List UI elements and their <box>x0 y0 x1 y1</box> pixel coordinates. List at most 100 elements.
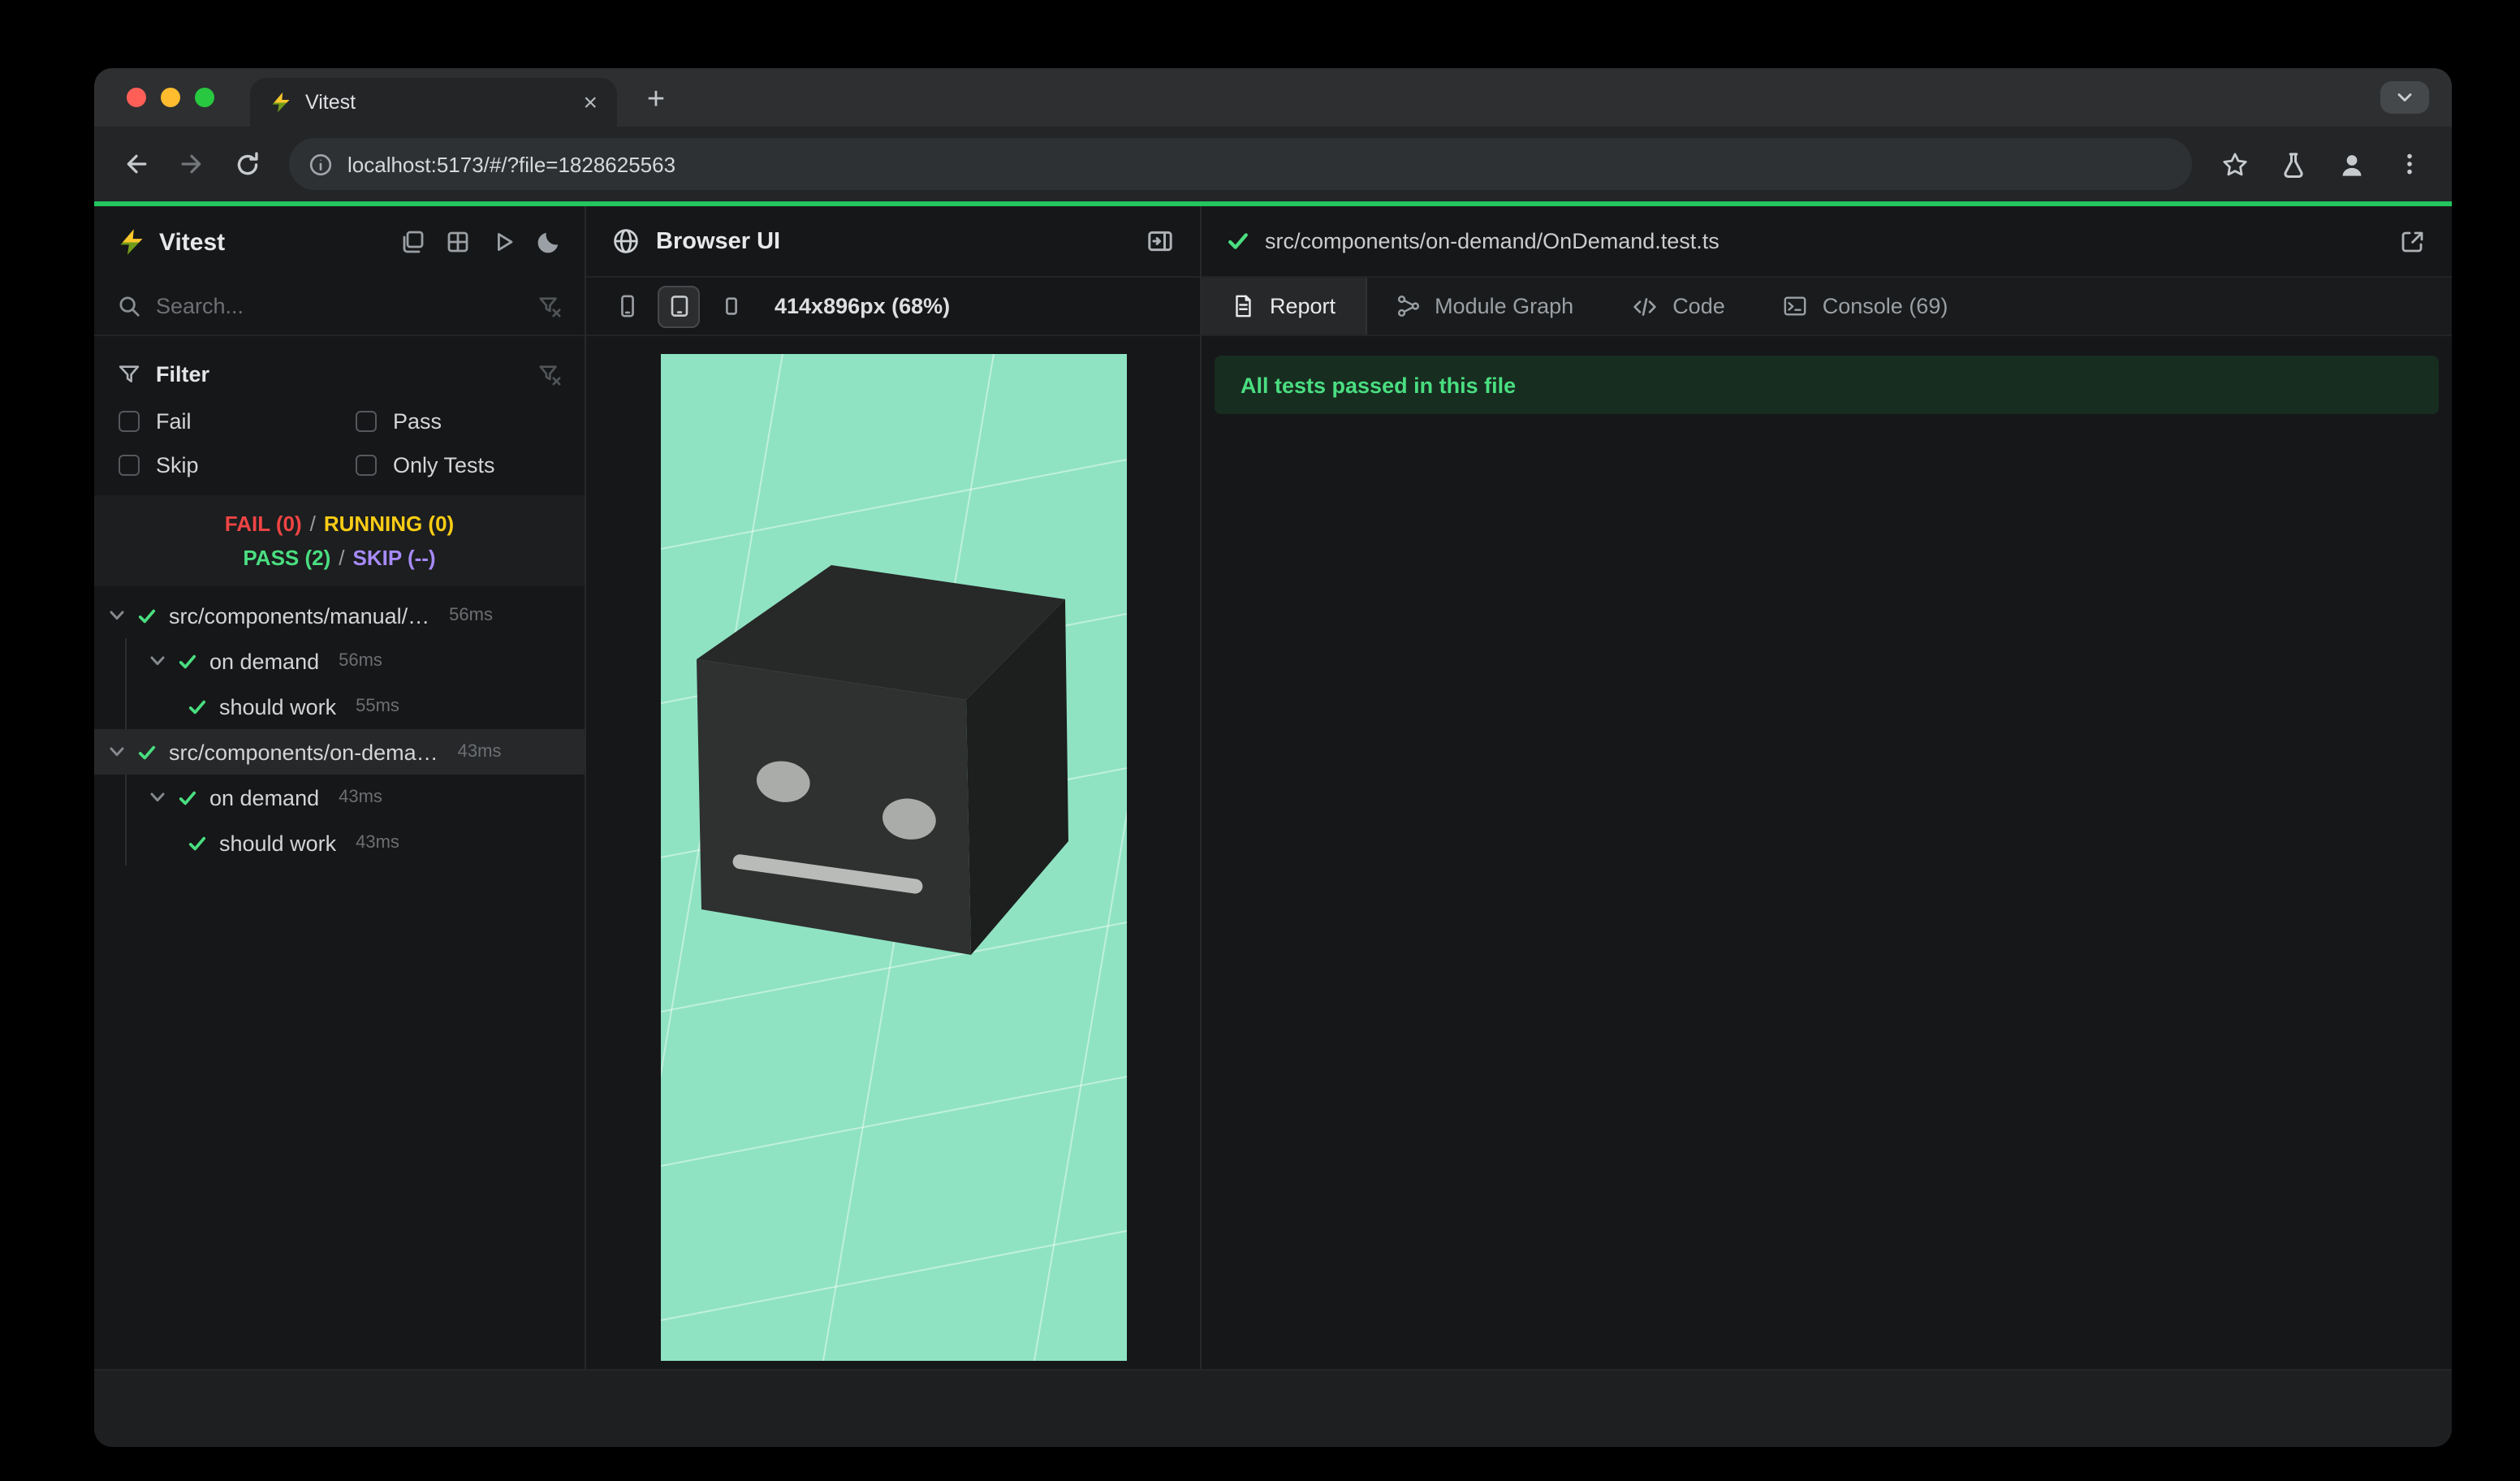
panel-title: Browser UI <box>656 228 781 254</box>
device-tablet-button[interactable] <box>658 285 700 327</box>
test-duration: 55ms <box>356 697 399 716</box>
filter-checkbox-fail[interactable]: Fail <box>119 409 356 434</box>
report-tab-bar: Report Module Graph Code Console (69) <box>1202 278 2452 336</box>
check-icon <box>188 697 206 715</box>
funnel-icon <box>119 365 140 382</box>
tree-row[interactable]: should work 43ms <box>94 820 585 866</box>
checkbox <box>119 455 140 476</box>
test-case-label: should work <box>219 694 337 719</box>
check-icon <box>138 607 156 624</box>
module-graph-icon <box>1397 295 1419 317</box>
check-icon <box>138 743 156 761</box>
browser-preview[interactable] <box>660 354 1126 1361</box>
back-button[interactable] <box>110 138 162 190</box>
tree-row[interactable]: src/components/manual/… 56ms <box>94 593 585 638</box>
report-header: src/components/on-demand/OnDemand.test.t… <box>1202 206 2452 278</box>
tab-code[interactable]: Code <box>1603 278 1754 335</box>
browser-ui-header: Browser UI <box>586 206 1200 278</box>
desktop: Vitest × + localhost:5173/#/?file=182862… <box>0 0 2520 1481</box>
vitest-logo-icon <box>120 229 143 255</box>
device-phone-button[interactable] <box>606 285 648 327</box>
flask-icon <box>2283 152 2302 177</box>
search-input[interactable] <box>156 294 523 318</box>
grid-icon <box>447 231 468 253</box>
fail-count: FAIL (0) <box>224 512 302 536</box>
tab-report[interactable]: Report <box>1202 278 1367 335</box>
new-tab-button[interactable]: + <box>633 78 679 123</box>
chevron-down-icon[interactable] <box>109 744 125 760</box>
checkbox-label: Only Tests <box>393 453 495 477</box>
running-count: RUNNING (0) <box>323 512 455 536</box>
chevron-down-icon[interactable] <box>109 607 125 624</box>
site-info-icon[interactable] <box>309 152 333 176</box>
filter-options: Fail Pass Skip Only Tests <box>117 409 562 477</box>
toolbar-actions <box>2208 138 2436 190</box>
status-line-1: FAIL (0) / RUNNING (0) <box>94 507 585 541</box>
address-bar[interactable]: localhost:5173/#/?file=1828625563 <box>289 138 2192 190</box>
filter-checkbox-pass[interactable]: Pass <box>356 409 562 434</box>
filter-checkbox-only-tests[interactable]: Only Tests <box>356 453 562 477</box>
clear-search-filter-button[interactable] <box>537 294 562 318</box>
zoom-window-button[interactable] <box>195 88 214 107</box>
dashboard-button[interactable] <box>399 229 425 255</box>
tree-row[interactable]: on demand 56ms <box>94 638 585 684</box>
minimize-window-button[interactable] <box>161 88 180 107</box>
browser-window: Vitest × + localhost:5173/#/?file=182862… <box>94 68 2452 1447</box>
person-icon <box>2341 154 2361 175</box>
tab-close-icon[interactable]: × <box>580 90 601 114</box>
filter-checkbox-skip[interactable]: Skip <box>119 453 356 477</box>
test-duration: 43ms <box>339 788 382 807</box>
checkbox-label: Skip <box>156 453 199 477</box>
tab-label: Console (69) <box>1822 294 1948 318</box>
tree-row[interactable]: on demand 43ms <box>94 775 585 820</box>
search-bar <box>94 278 585 336</box>
tab-module-graph[interactable]: Module Graph <box>1366 278 1603 335</box>
experiments-button[interactable] <box>2267 138 2319 190</box>
dock-panel-button[interactable] <box>1146 227 1174 255</box>
device-toolbar: 414x896px (68%) <box>586 278 1200 336</box>
layout-button[interactable] <box>445 229 471 255</box>
search-icon <box>119 296 140 317</box>
profile-button[interactable] <box>2325 138 2377 190</box>
test-file-path: src/components/on-demand/OnDemand.test.t… <box>1265 229 1720 253</box>
robot-cube-scene <box>660 354 1126 1361</box>
reset-filters-button[interactable] <box>537 361 562 386</box>
tab-console[interactable]: Console (69) <box>1754 278 1978 335</box>
browser-tab[interactable]: Vitest × <box>250 78 617 127</box>
test-suite-label: on demand <box>209 649 320 673</box>
close-window-button[interactable] <box>127 88 146 107</box>
forward-button[interactable] <box>166 138 218 190</box>
separator: / <box>339 546 345 570</box>
tab-label: Report <box>1270 294 1336 318</box>
viewport-size-label: 414x896px (68%) <box>775 294 951 318</box>
tab-search-button[interactable] <box>2380 81 2429 114</box>
open-external-button[interactable] <box>2400 228 2426 254</box>
chevron-down-icon[interactable] <box>149 653 166 669</box>
filter-section: Filter Fail Pass Skip Only Tests <box>94 336 585 481</box>
preview-canvas-area <box>586 336 1200 1369</box>
filter-title-row: Filter <box>117 352 562 395</box>
moon-icon <box>537 232 559 253</box>
tree-row[interactable]: src/components/on-dema… 43ms <box>94 729 585 775</box>
bookmark-button[interactable] <box>2208 138 2260 190</box>
tab-strip: Vitest × + <box>94 68 2452 127</box>
url-text: localhost:5173/#/?file=1828625563 <box>347 152 676 176</box>
vitest-app: Vitest Search... Filter Fail Pass Skip O… <box>94 206 2452 1447</box>
tab-label: Code <box>1672 294 1725 318</box>
test-tree: src/components/manual/… 56ms on demand 5… <box>94 586 585 1369</box>
external-link-icon <box>2401 231 2423 252</box>
pass-count: PASS (2) <box>243 546 331 570</box>
checkbox-label: Fail <box>156 409 192 434</box>
check-icon <box>179 652 196 670</box>
device-small-button[interactable] <box>710 285 752 327</box>
menu-button[interactable] <box>2384 138 2436 190</box>
test-case-label: should work <box>219 831 337 855</box>
theme-toggle-button[interactable] <box>536 229 562 255</box>
vitest-favicon <box>272 92 290 113</box>
run-all-button[interactable] <box>490 229 516 255</box>
reload-button[interactable] <box>221 138 273 190</box>
chevron-down-icon[interactable] <box>149 789 166 805</box>
chevron-down-icon <box>2397 93 2412 101</box>
browser-toolbar: localhost:5173/#/?file=1828625563 <box>94 127 2452 201</box>
tree-row[interactable]: should work 55ms <box>94 684 585 729</box>
